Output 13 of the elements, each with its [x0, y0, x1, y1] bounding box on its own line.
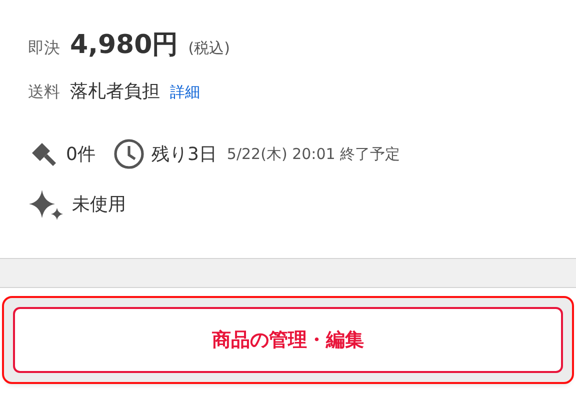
price: 4,980円: [70, 29, 178, 62]
bid-count: 0件: [66, 142, 96, 166]
condition-text: 未使用: [72, 192, 126, 216]
end-date: 5/22(木) 20:01 終了予定: [226, 144, 400, 165]
tax-note: (税込): [188, 38, 230, 59]
shipping-value: 落札者負担: [70, 80, 160, 104]
manage-edit-button[interactable]: 商品の管理・編集: [13, 307, 563, 373]
shipping-label: 送料: [28, 81, 60, 103]
clock-icon: [113, 138, 146, 170]
sparkle-icon: [28, 188, 64, 220]
time-left: 残り3日: [151, 142, 217, 166]
price-label: 即決: [28, 37, 60, 59]
details-link[interactable]: 詳細: [170, 81, 200, 104]
